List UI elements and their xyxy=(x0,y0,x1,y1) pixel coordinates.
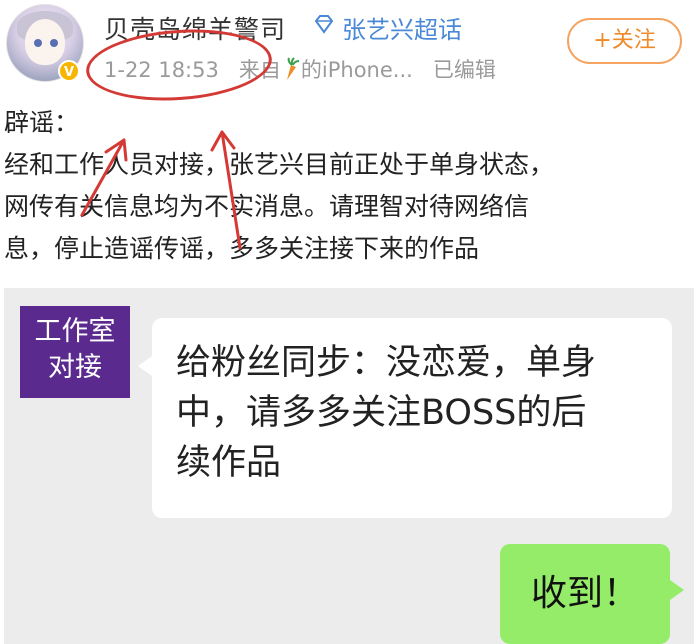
post-line: 网传有关信息均为不实消息。请理智对待网络信 xyxy=(4,192,530,221)
verified-badge-icon: V xyxy=(58,60,80,82)
edited-label[interactable]: 已编辑 xyxy=(433,58,496,82)
post-line: 经和工作人员对接，张艺兴目前正处于单身状态， xyxy=(4,150,555,179)
avatar-face xyxy=(25,19,65,65)
super-topic-link[interactable]: 张艺兴超话 xyxy=(342,10,462,45)
post-line: 息，停止造谣传谣，多多关注接下来的作品 xyxy=(4,234,480,263)
post-line: 辟谣： xyxy=(4,108,80,137)
chat-screenshot: 工作室 对接 给粉丝同步：没恋爱，单身 中，请多多关注BOSS的后 续作品 收到… xyxy=(4,288,694,644)
studio-name-line2: 对接 xyxy=(48,352,102,383)
follow-button[interactable]: +关注 xyxy=(567,18,682,64)
studio-name-line1: 工作室 xyxy=(34,316,116,347)
message-line: 续作品 xyxy=(176,443,282,483)
message-line: 给粉丝同步：没恋爱，单身 xyxy=(176,343,597,383)
message-bubble-incoming: 给粉丝同步：没恋爱，单身 中，请多多关注BOSS的后 续作品 xyxy=(138,318,672,518)
avatar-eye-right xyxy=(50,39,58,47)
post-body: 辟谣： 经和工作人员对接，张艺兴目前正处于单身状态， 网传有关信息均为不实消息。… xyxy=(4,102,694,270)
studio-avatar: 工作室 对接 xyxy=(20,306,130,398)
message-bubble-outgoing: 收到！ xyxy=(500,544,684,644)
diamond-icon xyxy=(314,15,334,34)
source-device[interactable]: 的iPhone... xyxy=(301,58,413,82)
message-line: 中，请多多关注BOSS的后 xyxy=(176,393,587,433)
avatar-eye-left xyxy=(34,39,42,47)
carrot-icon xyxy=(286,57,299,80)
